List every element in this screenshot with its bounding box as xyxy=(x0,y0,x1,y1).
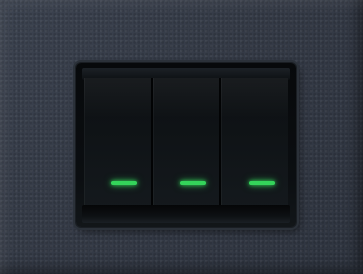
rocker-bank xyxy=(84,78,289,208)
led-indicator-2 xyxy=(180,181,206,185)
rocker-sheen xyxy=(84,78,151,118)
light-switch-frame xyxy=(76,63,296,227)
rocker-switch-2[interactable] xyxy=(152,78,222,208)
led-indicator-3 xyxy=(248,181,275,185)
wall-plate xyxy=(0,0,363,274)
rocker-switch-1[interactable] xyxy=(84,78,153,208)
switch-bottom-lip xyxy=(82,205,290,223)
rocker-sheen xyxy=(152,78,220,118)
rocker-switch-3[interactable] xyxy=(221,78,289,208)
rocker-sheen xyxy=(221,78,289,118)
led-indicator-1 xyxy=(111,181,138,185)
